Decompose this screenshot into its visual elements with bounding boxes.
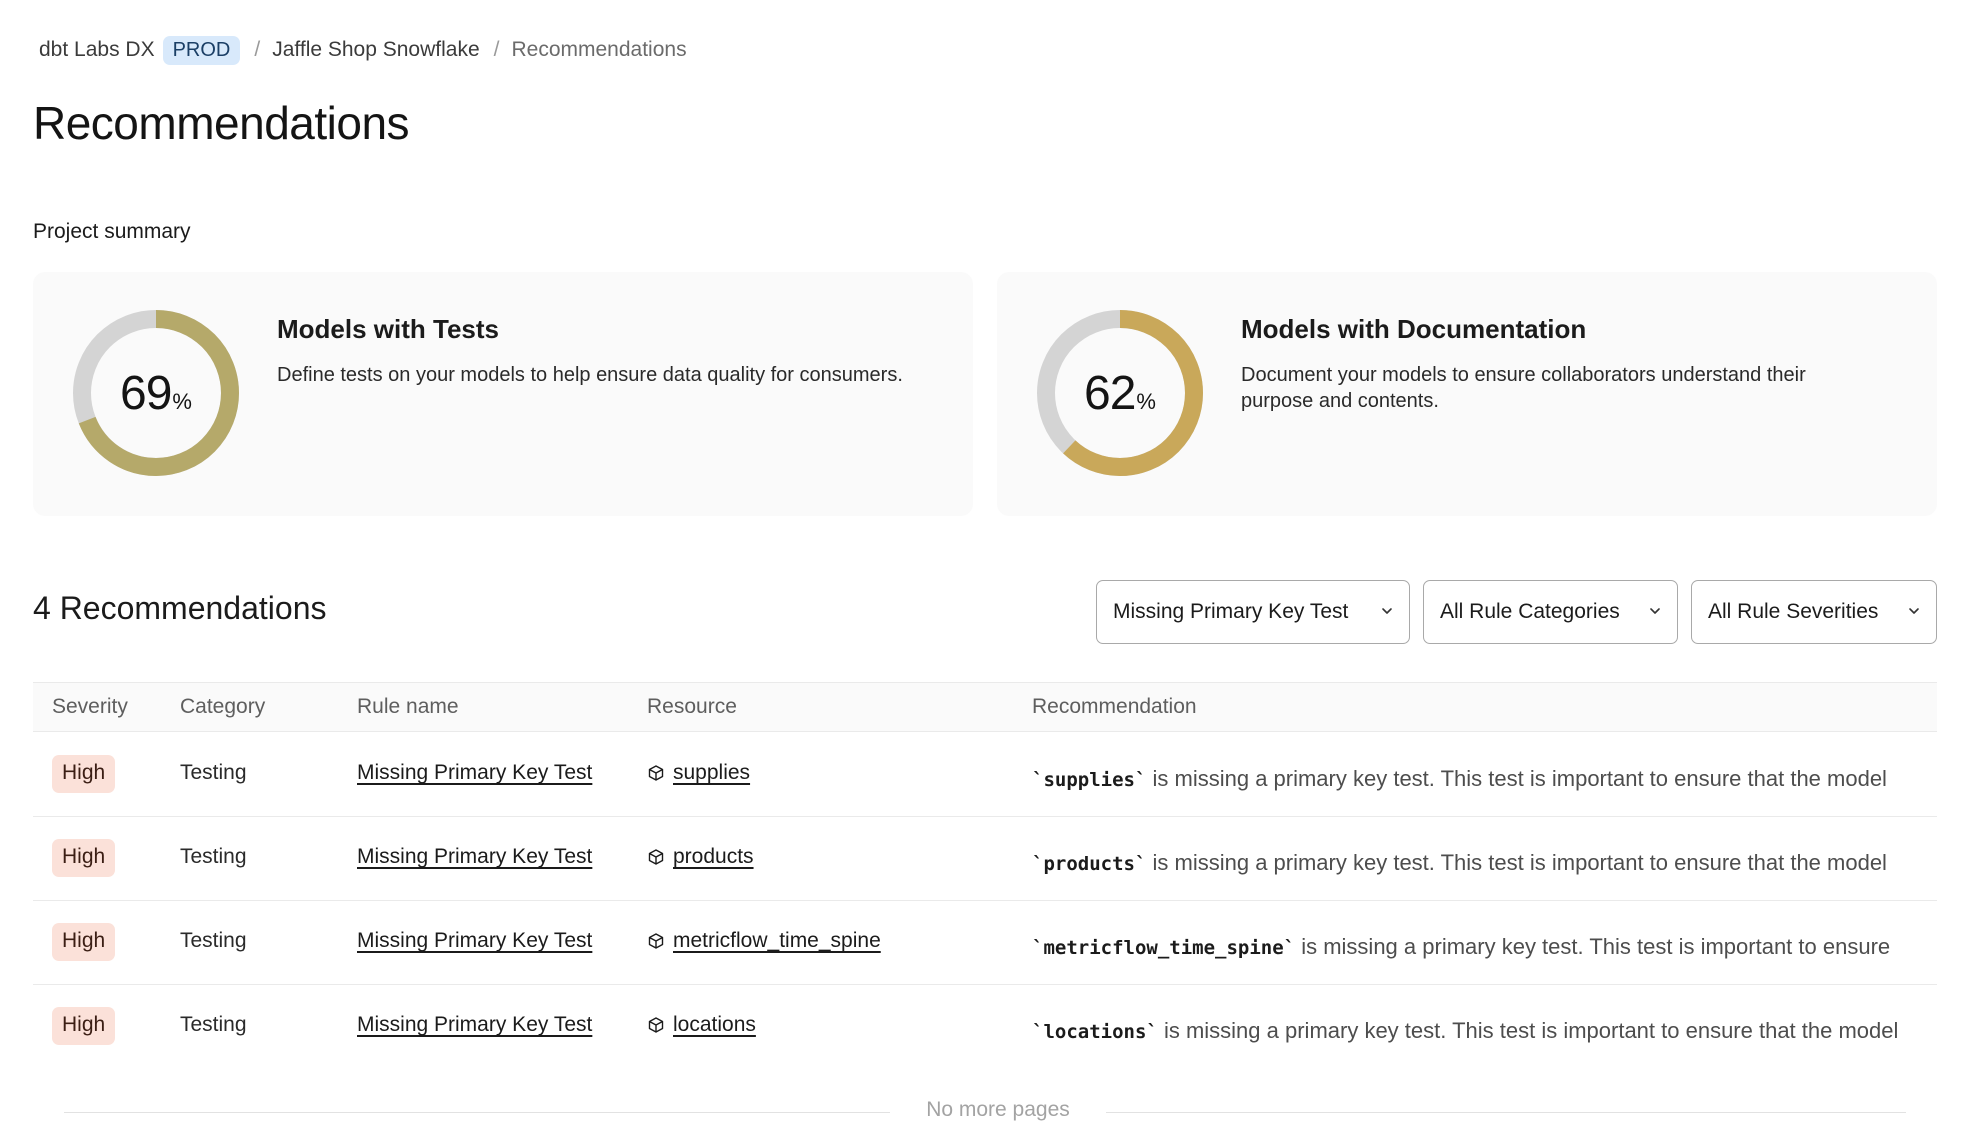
- breadcrumb-current: Recommendations: [511, 38, 687, 61]
- category-cell: Testing: [180, 1013, 247, 1036]
- no-more-pages-label: No more pages: [926, 1098, 1070, 1121]
- column-header-rule-name[interactable]: Rule name: [357, 695, 459, 719]
- model-cube-icon: [648, 849, 664, 865]
- rule-filter-dropdown[interactable]: Missing Primary Key Test: [1096, 580, 1410, 644]
- resource-code: `products`: [1032, 853, 1147, 875]
- recommendation-text: `products` is missing a primary key test…: [1032, 850, 1937, 876]
- percent-sign: %: [172, 389, 192, 414]
- recommendation-text: `locations` is missing a primary key tes…: [1032, 1018, 1937, 1044]
- recommendation-body: is missing a primary key test. This test…: [1146, 850, 1887, 875]
- rule-name-link[interactable]: Missing Primary Key Test: [357, 929, 592, 953]
- card-title: Models with Documentation: [1241, 314, 1587, 344]
- breadcrumb-separator: /: [254, 38, 261, 61]
- tests-percentage: 69%: [73, 310, 239, 476]
- breadcrumb-project[interactable]: Jaffle Shop Snowflake: [272, 38, 479, 62]
- documentation-percentage-value: 62: [1084, 366, 1136, 420]
- resource-name: supplies: [673, 761, 751, 784]
- project-summary-label: Project summary: [33, 220, 191, 243]
- resource-link[interactable]: products: [647, 845, 754, 869]
- resource-name: products: [673, 845, 754, 868]
- recommendation-body: is missing a primary key test. This test…: [1146, 766, 1887, 791]
- column-header-resource[interactable]: Resource: [647, 695, 737, 719]
- table-header: Severity Category Rule name Resource Rec…: [33, 682, 1937, 732]
- rule-name-link[interactable]: Missing Primary Key Test: [357, 761, 592, 785]
- tests-percentage-value: 69: [120, 366, 172, 420]
- resource-name: metricflow_time_spine: [673, 929, 881, 952]
- recommendation-text: `supplies` is missing a primary key test…: [1032, 766, 1937, 792]
- models-with-tests-card: 69% Models with Tests Define tests on yo…: [33, 272, 973, 516]
- chevron-down-icon: [1382, 608, 1392, 614]
- breadcrumb: dbt Labs DX PROD / Jaffle Shop Snowflake…: [39, 34, 687, 66]
- table-row[interactable]: High Testing Missing Primary Key Test lo…: [33, 985, 1937, 1064]
- percent-sign: %: [1136, 389, 1156, 414]
- resource-link[interactable]: locations: [647, 1013, 756, 1037]
- pagination-divider-left: [64, 1112, 890, 1113]
- severity-badge: High: [52, 839, 116, 877]
- column-header-recommendation[interactable]: Recommendation: [1032, 695, 1197, 719]
- page-title: Recommendations: [33, 97, 410, 149]
- models-with-documentation-card: 62% Models with Documentation Document y…: [997, 272, 1937, 516]
- column-header-severity[interactable]: Severity: [52, 695, 128, 719]
- table-row[interactable]: High Testing Missing Primary Key Test me…: [33, 901, 1937, 985]
- breadcrumb-separator: /: [493, 38, 500, 61]
- model-cube-icon: [648, 765, 664, 781]
- recommendation-body: is missing a primary key test. This test…: [1295, 934, 1891, 959]
- chevron-down-icon: [1909, 608, 1919, 614]
- category-filter-dropdown[interactable]: All Rule Categories: [1423, 580, 1678, 644]
- resource-code: `supplies`: [1032, 769, 1147, 791]
- rule-name-link[interactable]: Missing Primary Key Test: [357, 845, 592, 869]
- resource-link[interactable]: metricflow_time_spine: [647, 929, 881, 953]
- recommendation-body: is missing a primary key test. This test…: [1157, 1018, 1899, 1043]
- severity-badge: High: [52, 755, 116, 793]
- environment-badge: PROD: [162, 35, 241, 65]
- model-cube-icon: [648, 1017, 664, 1033]
- table-row[interactable]: High Testing Missing Primary Key Test pr…: [33, 817, 1937, 901]
- breadcrumb-account[interactable]: dbt Labs DX: [39, 38, 155, 62]
- documentation-percentage: 62%: [1037, 310, 1203, 476]
- recommendations-count-heading: 4 Recommendations: [33, 590, 327, 626]
- severity-badge: High: [52, 1007, 116, 1045]
- table-row[interactable]: High Testing Missing Primary Key Test su…: [33, 733, 1937, 817]
- model-cube-icon: [648, 933, 664, 949]
- card-description: Document your models to ensure collabora…: [1241, 364, 1806, 412]
- rule-name-link[interactable]: Missing Primary Key Test: [357, 1013, 592, 1037]
- chevron-down-icon: [1650, 608, 1660, 614]
- resource-code: `metricflow_time_spine`: [1032, 937, 1296, 959]
- severity-filter-dropdown[interactable]: All Rule Severities: [1691, 580, 1937, 644]
- resource-code: `locations`: [1032, 1021, 1158, 1043]
- category-cell: Testing: [180, 761, 247, 784]
- rule-filter-value: Missing Primary Key Test: [1113, 600, 1349, 623]
- pagination-divider-right: [1106, 1112, 1906, 1113]
- category-cell: Testing: [180, 929, 247, 952]
- category-cell: Testing: [180, 845, 247, 868]
- recommendations-page: dbt Labs DX PROD / Jaffle Shop Snowflake…: [33, 0, 1937, 1126]
- severity-filter-value: All Rule Severities: [1708, 600, 1879, 623]
- resource-name: locations: [673, 1013, 756, 1036]
- recommendations-table: Severity Category Rule name Resource Rec…: [33, 682, 1937, 1064]
- severity-badge: High: [52, 923, 116, 961]
- category-filter-value: All Rule Categories: [1440, 600, 1620, 623]
- recommendation-text: `metricflow_time_spine` is missing a pri…: [1032, 934, 1937, 960]
- column-header-category[interactable]: Category: [180, 695, 265, 719]
- resource-link[interactable]: supplies: [647, 761, 750, 785]
- card-description: Define tests on your models to help ensu…: [277, 364, 903, 386]
- card-title: Models with Tests: [277, 314, 499, 344]
